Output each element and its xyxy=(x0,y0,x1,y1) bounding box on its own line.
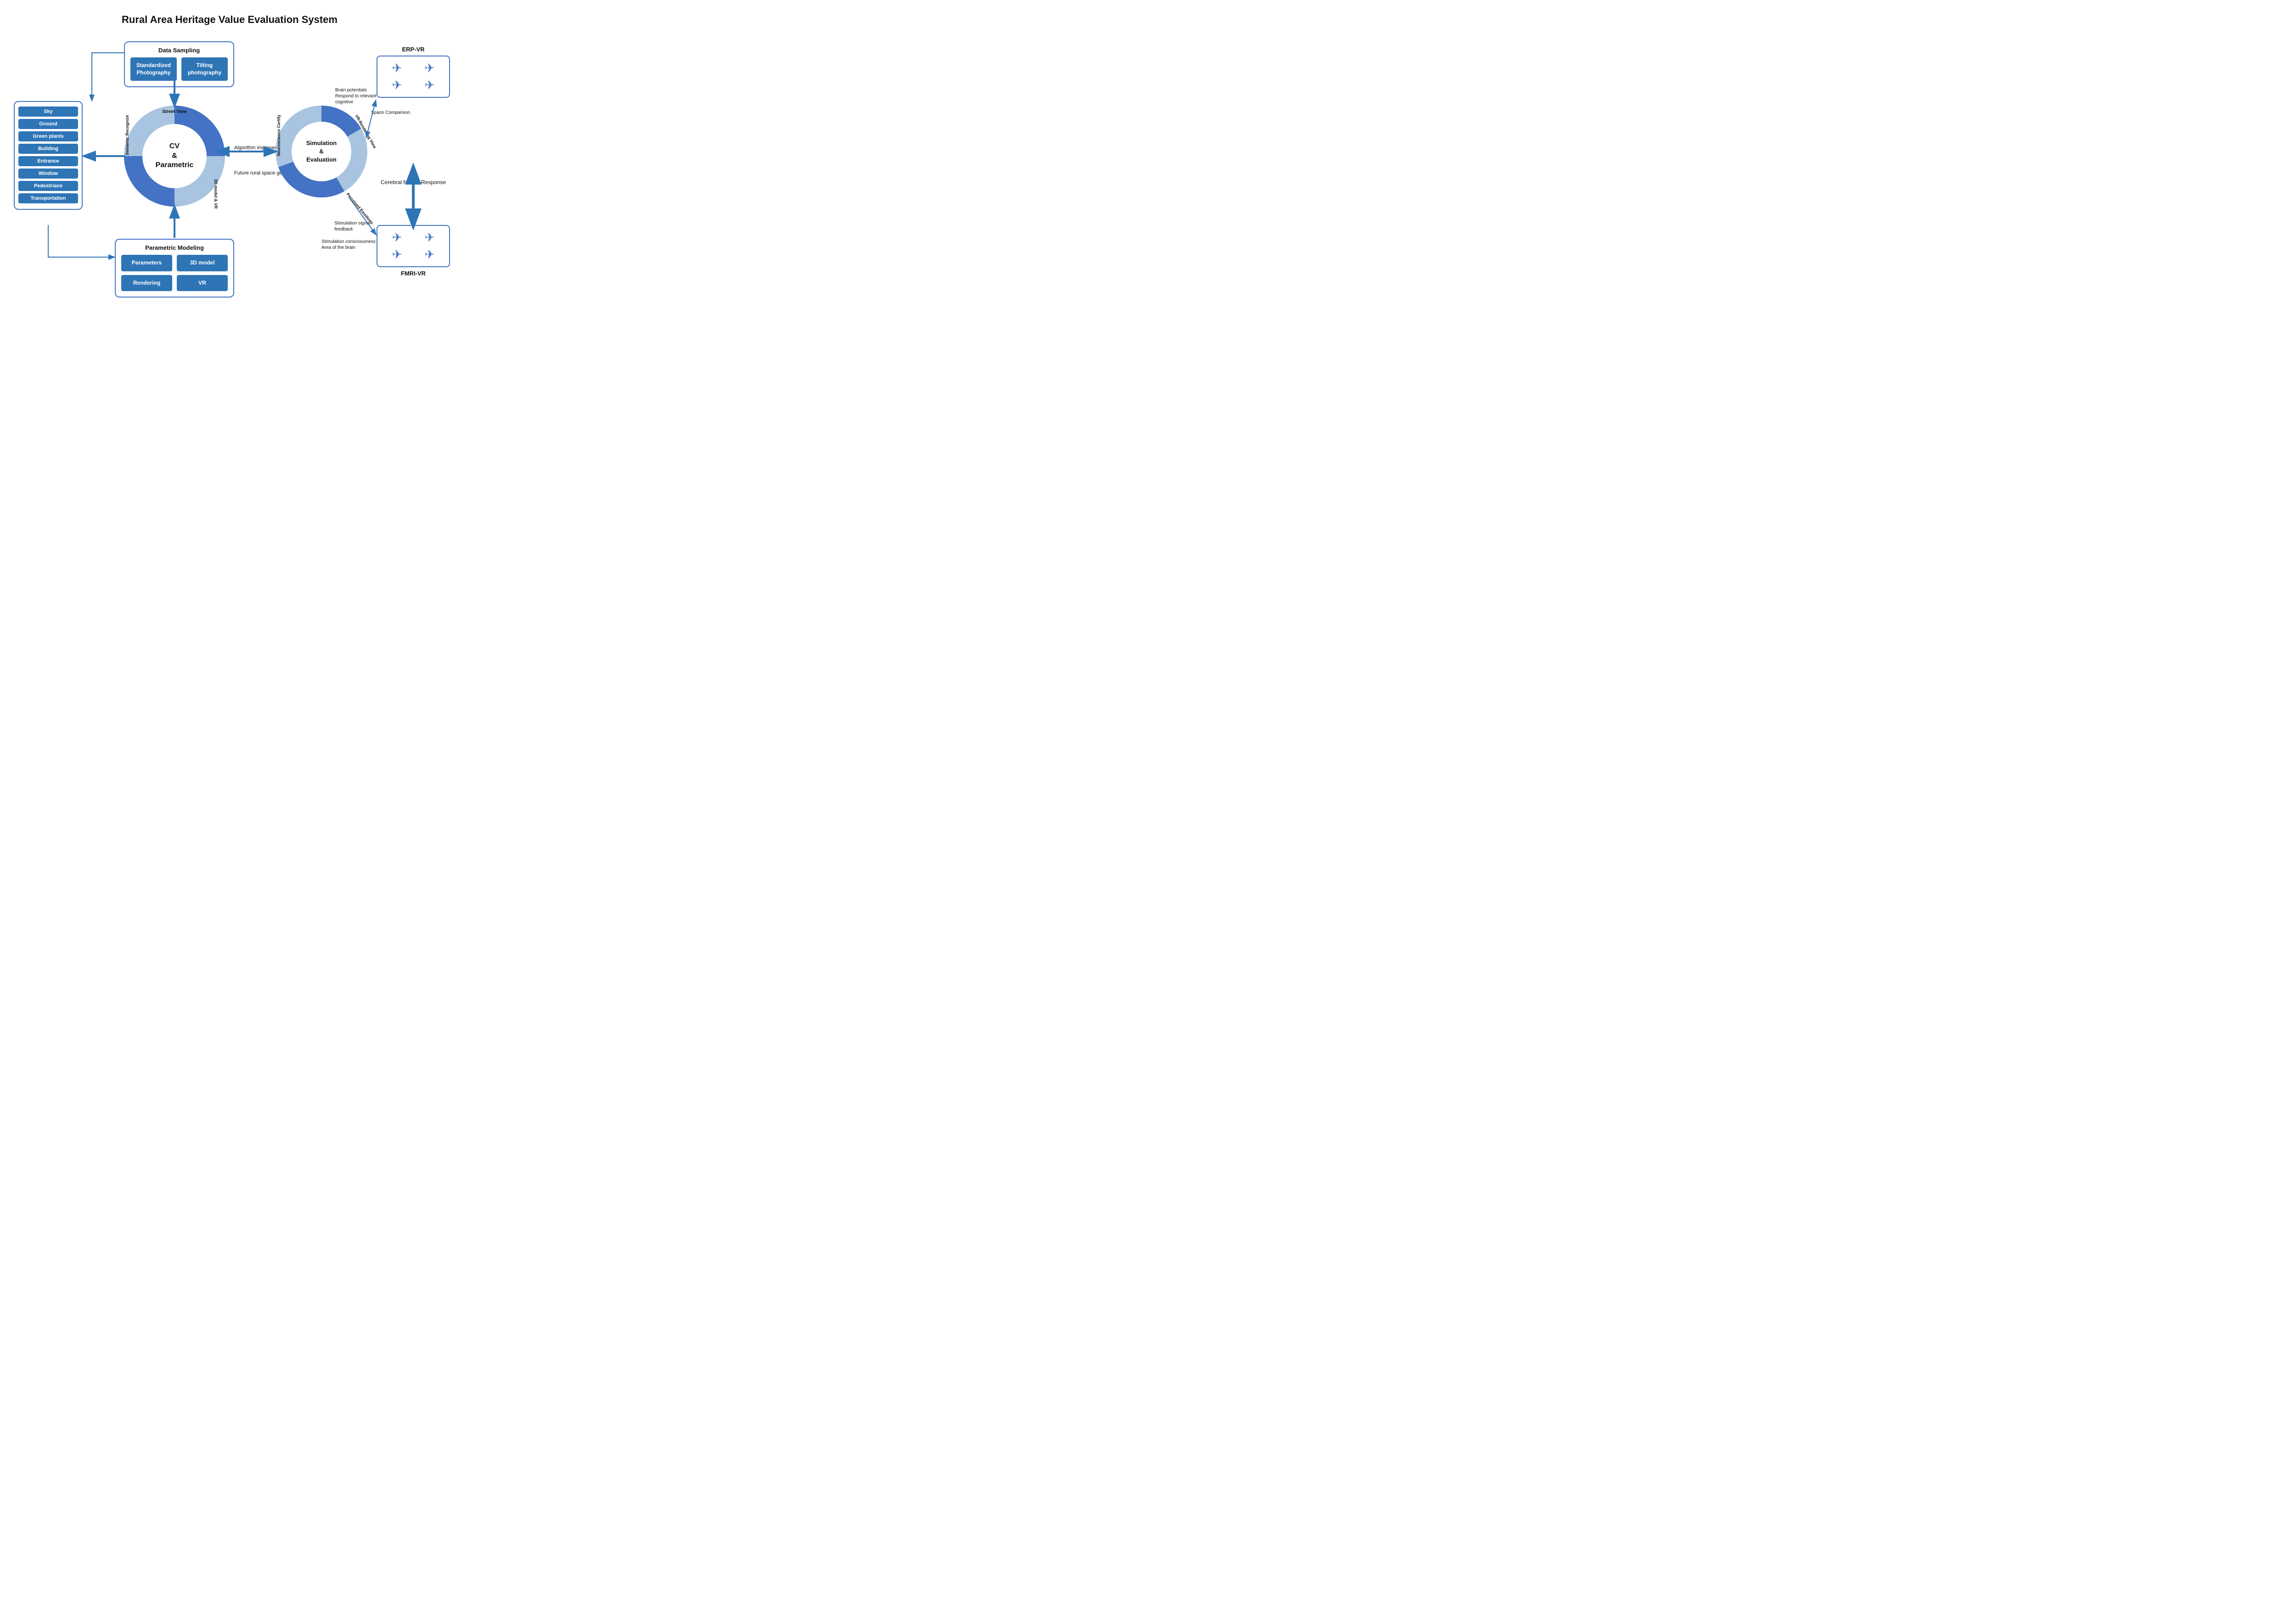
cv-label-3d: 3D model & VR xyxy=(214,179,218,209)
brain-potentials-label: Brain potentials Respond to relevant cog… xyxy=(335,87,381,105)
standardized-photography-btn[interactable]: Standardized Photography xyxy=(130,57,177,81)
plane-icon-7: ✈ xyxy=(382,247,412,262)
3d-model-btn[interactable]: 3D model xyxy=(177,255,228,271)
page-title: Rural Area Heritage Value Evaluation Sys… xyxy=(0,0,459,35)
parametric-modeling-box: Parametric Modeling Parameters 3D model … xyxy=(115,239,234,298)
semantic-list-box: Sky Ground Green plants Building Entranc… xyxy=(14,101,83,210)
semantic-building: Building xyxy=(18,144,78,154)
sim-label-neuro: Neuroscience Certify xyxy=(276,115,281,156)
semantic-transportation: Transportation xyxy=(18,193,78,203)
plane-icon-8: ✈ xyxy=(415,247,445,262)
parameters-btn[interactable]: Parameters xyxy=(121,255,172,271)
stim-consciousness-label: Stimulation consciousness Area of the br… xyxy=(321,239,377,251)
semantic-sky: Sky xyxy=(18,107,78,117)
semantic-greenplants: Green plants xyxy=(18,131,78,141)
vr-btn[interactable]: VR xyxy=(177,275,228,292)
space-comparison-label: Space Comparison xyxy=(371,110,410,115)
simulation-evaluation-circle: Simulation & Evaluation xyxy=(276,106,367,197)
semantic-entrance: Entrance xyxy=(18,156,78,166)
plane-icon-2: ✈ xyxy=(415,61,445,75)
rendering-btn[interactable]: Rendering xyxy=(121,275,172,292)
erp-vr-label: ERP-VR xyxy=(377,46,450,53)
plane-icon-3: ✈ xyxy=(382,78,412,92)
stim-signal-label: Stimulation signal feedback xyxy=(334,220,385,232)
plane-icon-6: ✈ xyxy=(415,230,445,245)
erp-vr-box: ERP-VR ✈ ✈ ✈ ✈ xyxy=(377,46,450,98)
data-sampling-title: Data Sampling xyxy=(130,47,228,54)
semantic-window: Window xyxy=(18,168,78,179)
sim-circle-center: Simulation & Evaluation xyxy=(292,122,351,181)
fmri-plane-grid: ✈ ✈ ✈ ✈ xyxy=(377,225,450,267)
cerebral-neural-label: Cerebral Neural Response xyxy=(377,179,450,185)
cv-circle-center: CV & Parametric xyxy=(142,124,207,188)
plane-icon-4: ✈ xyxy=(415,78,445,92)
plane-icon-5: ✈ xyxy=(382,230,412,245)
cv-label-semantic: Semantic Recognize xyxy=(125,115,129,155)
semantic-ground: Ground xyxy=(18,119,78,129)
fmri-vr-box: ✈ ✈ ✈ ✈ FMRI-VR xyxy=(377,225,450,277)
tilting-photography-btn[interactable]: Tilting photography xyxy=(181,57,228,81)
fmri-vr-label: FMRI-VR xyxy=(377,270,450,277)
plane-icon-1: ✈ xyxy=(382,61,412,75)
cv-label-street: Street View xyxy=(162,109,187,114)
parametric-modeling-title: Parametric Modeling xyxy=(121,244,228,251)
data-sampling-box: Data Sampling Standardized Photography T… xyxy=(124,41,234,87)
erp-plane-grid: ✈ ✈ ✈ ✈ xyxy=(377,56,450,98)
semantic-pedestrians: Pedestrians xyxy=(18,181,78,191)
cv-parametric-circle: Street View CV & Parametric xyxy=(124,106,225,207)
